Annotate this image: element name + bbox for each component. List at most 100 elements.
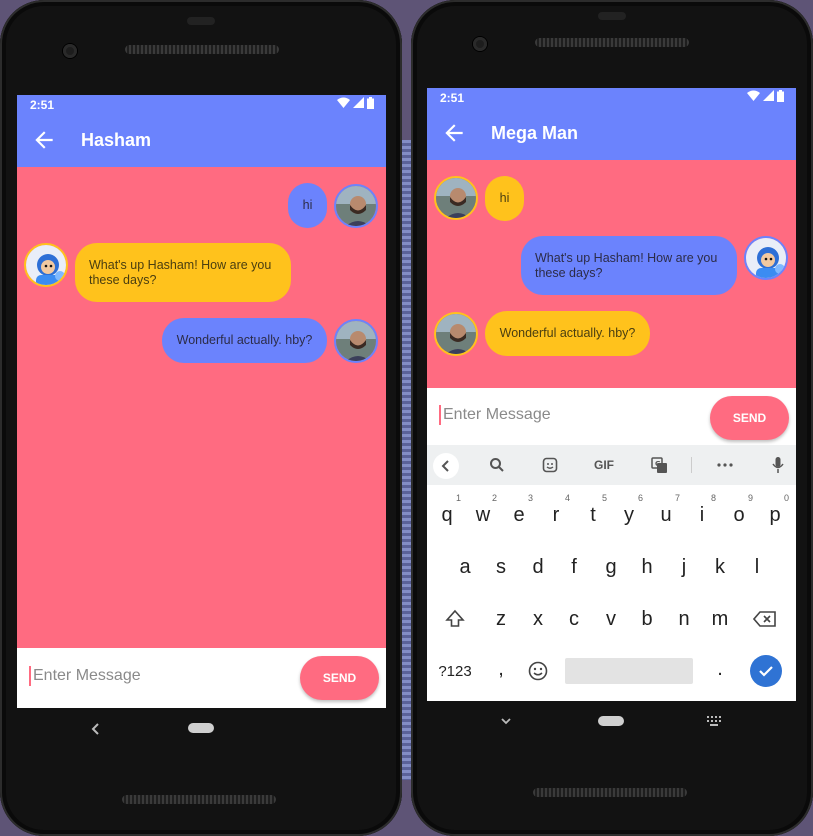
collapse-toolbar-button[interactable] [433, 453, 459, 479]
key-g[interactable]: g [593, 543, 629, 591]
key-p[interactable]: p0 [757, 491, 793, 539]
key-w[interactable]: w2 [465, 491, 501, 539]
period-key[interactable]: . [702, 645, 738, 693]
emoji-icon [528, 661, 548, 681]
microphone-icon[interactable] [766, 455, 790, 475]
key-y[interactable]: y6 [611, 491, 647, 539]
key-c[interactable]: c [556, 595, 592, 643]
send-button[interactable]: SEND [300, 656, 379, 700]
wifi-icon [337, 97, 350, 108]
message-input-bar: Enter Message SEND [427, 388, 796, 445]
done-key[interactable] [748, 647, 784, 695]
key-x[interactable]: x [520, 595, 556, 643]
status-bar: 2:51 [427, 88, 796, 108]
message-text: hi [302, 198, 313, 212]
user-photo-icon [436, 178, 476, 218]
gif-button[interactable]: GIF [589, 455, 619, 475]
nav-home-pill[interactable] [598, 716, 624, 726]
backspace-key[interactable] [747, 595, 783, 643]
message-input[interactable]: Enter Message [439, 405, 551, 425]
shift-arrow-icon [445, 609, 465, 627]
key-r[interactable]: r4 [538, 491, 574, 539]
mega-man-avatar-icon [746, 238, 786, 278]
key-m[interactable]: m [702, 595, 738, 643]
top-speaker [535, 38, 689, 47]
key-n[interactable]: n [666, 595, 702, 643]
nav-hide-keyboard-icon[interactable] [500, 716, 512, 726]
message-text: Wonderful actually. hby? [176, 333, 313, 347]
sticker-icon[interactable] [538, 455, 562, 475]
symbols-key[interactable]: ?123 [433, 647, 477, 695]
message-text: hi [499, 191, 510, 205]
avatar [434, 176, 478, 220]
battery-icon [777, 90, 784, 102]
chat-title: Hasham [81, 130, 152, 150]
shift-key[interactable] [437, 595, 473, 643]
key-s[interactable]: s [483, 543, 519, 591]
user-photo-icon [436, 314, 476, 354]
message-input[interactable]: Enter Message [29, 666, 141, 686]
message-bubble: Wonderful actually. hby? [162, 318, 327, 363]
key-j[interactable]: j [666, 543, 702, 591]
key-e[interactable]: e3 [501, 491, 537, 539]
nav-back-icon[interactable] [90, 722, 102, 736]
key-a[interactable]: a [447, 543, 483, 591]
status-bar: 2:51 [17, 95, 386, 115]
avatar [434, 312, 478, 356]
bottom-speaker [122, 795, 276, 804]
status-time: 2:51 [30, 98, 55, 112]
right-phone: 2:51 Mega Man hi What's up Hasham! How a… [411, 0, 813, 836]
back-arrow-icon[interactable] [441, 120, 467, 146]
key-o[interactable]: o9 [721, 491, 757, 539]
key-t[interactable]: t5 [575, 491, 611, 539]
translate-icon[interactable]: G [647, 455, 671, 475]
top-speaker [125, 45, 279, 54]
svg-text:G: G [655, 460, 661, 468]
spacebar[interactable] [565, 658, 693, 684]
user-photo-icon [336, 321, 376, 361]
avatar [24, 243, 68, 287]
app-bar: Hasham [17, 115, 386, 167]
key-d[interactable]: d [520, 543, 556, 591]
search-icon[interactable] [485, 455, 509, 475]
key-h[interactable]: h [629, 543, 665, 591]
avatar [334, 184, 378, 228]
key-q[interactable]: q1 [429, 491, 465, 539]
message-bubble: What's up Hasham! How are you these days… [521, 236, 737, 295]
key-i[interactable]: i8 [684, 491, 720, 539]
front-camera [63, 44, 77, 58]
keyboard-switch-icon[interactable] [707, 716, 721, 726]
message-input-bar: Enter Message SEND [17, 648, 386, 708]
checkmark-icon [759, 666, 773, 677]
keyboard-toolbar: GIF G [427, 445, 796, 485]
key-l[interactable]: l [739, 543, 775, 591]
message-bubble: What's up Hasham! How are you these days… [75, 243, 291, 302]
key-u[interactable]: u7 [648, 491, 684, 539]
key-k[interactable]: k [702, 543, 738, 591]
user-photo-icon [336, 186, 376, 226]
back-arrow-icon[interactable] [31, 127, 57, 153]
key-b[interactable]: b [629, 595, 665, 643]
left-screen: 2:51 Hasham hi What's up Hasham! How are… [17, 95, 386, 708]
avatar [744, 236, 788, 280]
comma-key[interactable]: , [483, 645, 519, 693]
backspace-icon [753, 611, 776, 627]
signal-icon [353, 97, 364, 108]
left-phone: 2:51 Hasham hi What's up Hasham! How are… [0, 0, 402, 836]
message-text: What's up Hasham! How are you these days… [535, 250, 718, 280]
key-v[interactable]: v [593, 595, 629, 643]
message-bubble: Wonderful actually. hby? [485, 311, 650, 356]
wifi-icon [747, 90, 760, 101]
status-time: 2:51 [440, 91, 465, 105]
key-z[interactable]: z [483, 595, 519, 643]
avatar [334, 319, 378, 363]
more-options-icon[interactable] [713, 455, 737, 475]
send-button[interactable]: SEND [710, 396, 789, 440]
nav-home-pill[interactable] [188, 723, 214, 733]
toolbar-divider [691, 457, 692, 473]
emoji-key[interactable] [520, 647, 556, 695]
notch [187, 17, 215, 25]
key-f[interactable]: f [556, 543, 592, 591]
soft-keyboard: GIF G q1 w2 e3 r4 t5 y6 u7 i8 o9 p 0 a s… [427, 445, 796, 701]
chat-title: Mega Man [491, 123, 579, 143]
